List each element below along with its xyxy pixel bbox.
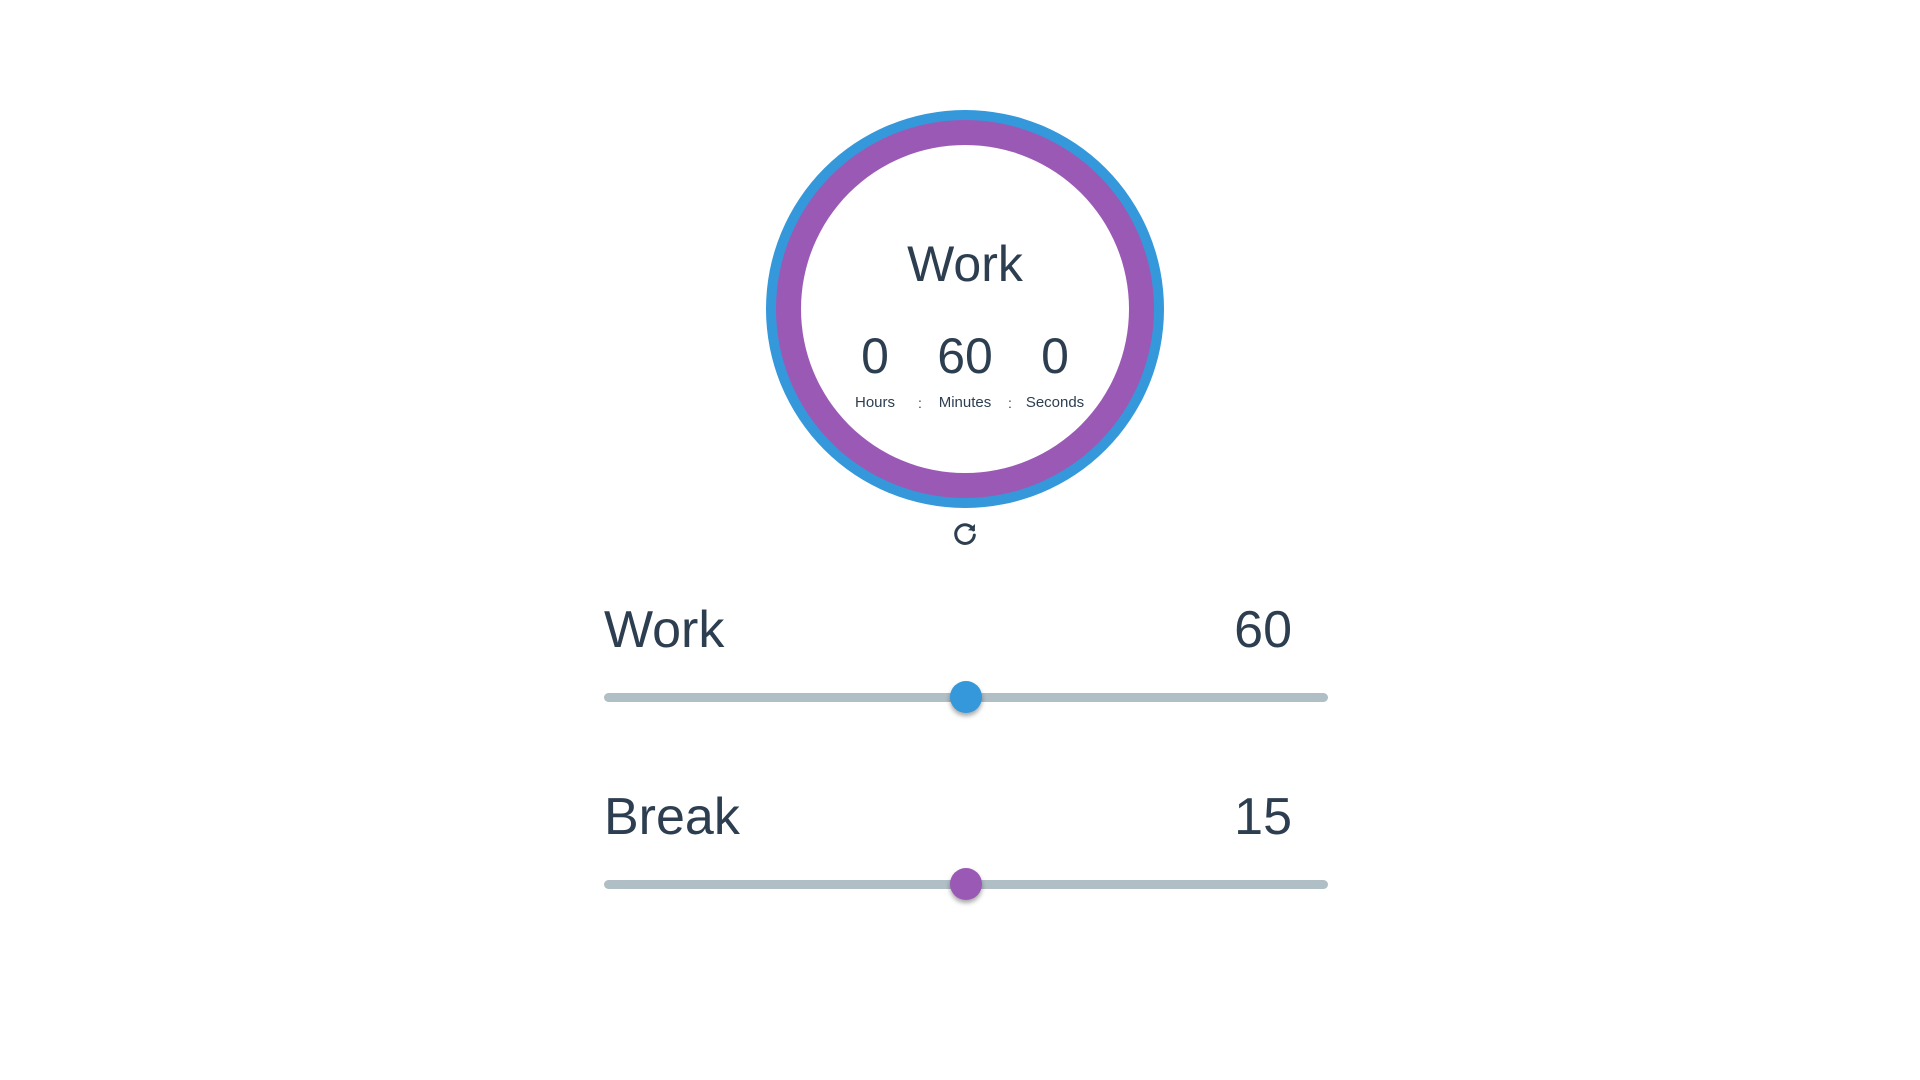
minutes-unit: 60 Minutes xyxy=(931,331,999,410)
timer-face: Work 0 Hours : 60 Minutes : 0 Seconds xyxy=(801,145,1129,473)
break-label: Break xyxy=(604,788,740,846)
hours-value: 0 xyxy=(861,328,889,384)
refresh-icon xyxy=(954,523,976,545)
work-slider-thumb[interactable] xyxy=(950,681,982,713)
work-setting-header: Work 60 xyxy=(604,600,1328,662)
seconds-label: Seconds xyxy=(1025,394,1085,411)
minutes-label: Minutes xyxy=(938,394,992,411)
work-slider[interactable] xyxy=(604,681,1328,713)
timer-mode-title: Work xyxy=(907,236,1023,292)
hours-label: Hours xyxy=(854,394,895,411)
work-label: Work xyxy=(604,601,725,659)
timer-progress-ring[interactable]: Work 0 Hours : 60 Minutes : 0 Seconds xyxy=(766,110,1164,508)
reset-button[interactable] xyxy=(950,519,980,549)
work-setting: Work 60 xyxy=(604,600,1328,713)
minutes-value: 60 xyxy=(937,328,993,384)
break-value: 15 xyxy=(1234,788,1292,846)
break-slider-thumb[interactable] xyxy=(950,868,982,900)
work-value: 60 xyxy=(1234,601,1292,659)
break-setting-header: Break 15 xyxy=(604,787,1328,849)
time-separator: : xyxy=(1008,395,1012,411)
seconds-unit: 0 Seconds xyxy=(1021,331,1089,410)
time-display: 0 Hours : 60 Minutes : 0 Seconds xyxy=(801,331,1129,411)
break-setting: Break 15 xyxy=(604,787,1328,900)
pomodoro-page: Work 0 Hours : 60 Minutes : 0 Seconds Wo… xyxy=(0,0,1920,1080)
hours-unit: 0 Hours xyxy=(841,331,909,410)
time-separator: : xyxy=(918,395,922,411)
seconds-value: 0 xyxy=(1041,328,1069,384)
break-slider[interactable] xyxy=(604,868,1328,900)
timer-inner-ring: Work 0 Hours : 60 Minutes : 0 Seconds xyxy=(776,120,1154,498)
